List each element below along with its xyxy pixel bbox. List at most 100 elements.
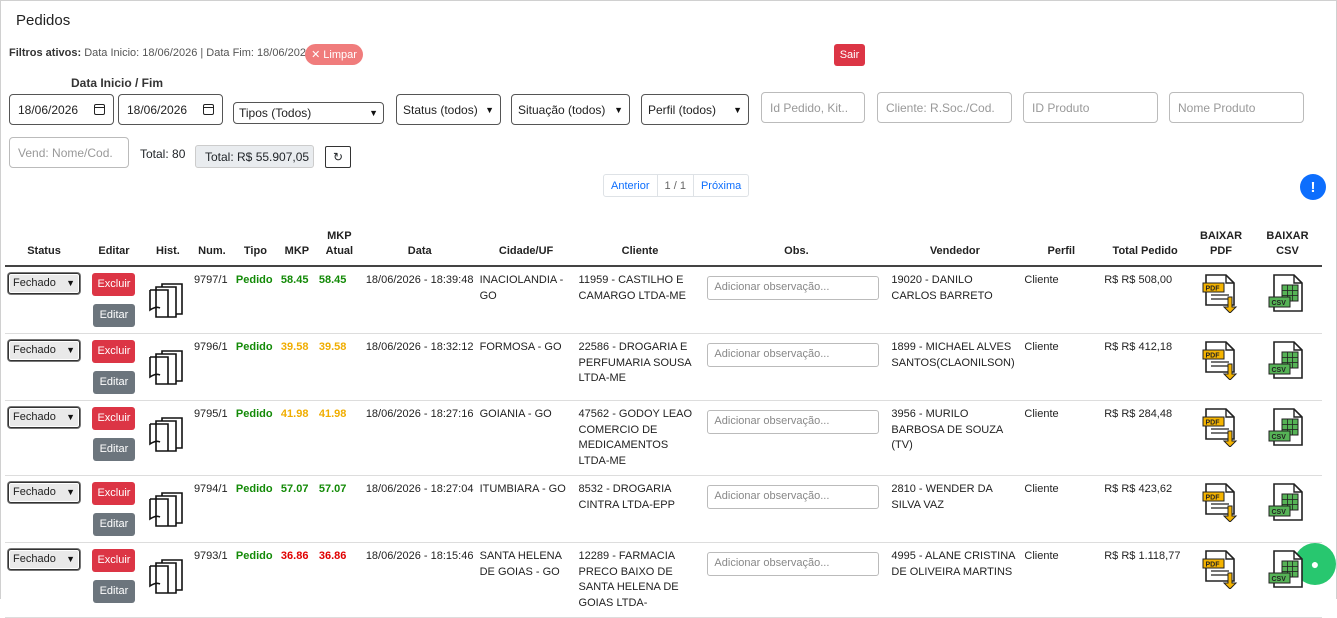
date-end-input[interactable]: 18/06/2026: [118, 94, 223, 125]
row-obs-input[interactable]: Adicionar observação...: [707, 485, 880, 509]
svg-text:CSV: CSV: [1272, 576, 1287, 583]
history-icon[interactable]: [148, 412, 188, 452]
pdf-download-icon[interactable]: PDF: [1192, 482, 1250, 522]
csv-download-icon[interactable]: CSV: [1256, 273, 1319, 313]
row-mkp: 58.45: [277, 266, 316, 334]
date-start-input[interactable]: 18/06/2026: [9, 94, 114, 125]
row-delete-button[interactable]: Excluir: [92, 273, 136, 296]
row-tipo: Pedido: [232, 333, 278, 401]
status-filter-value: Status (todos): [403, 102, 478, 117]
id-pedido-input[interactable]: Id Pedido, Kit..: [761, 92, 865, 123]
svg-text:PDF: PDF: [1206, 562, 1221, 569]
csv-download-icon[interactable]: CSV: [1256, 407, 1319, 447]
total-count: Total: 80: [140, 147, 186, 161]
row-cliente: 11959 - CASTILHO E CAMARGO LTDA-ME: [575, 266, 705, 334]
situacao-value: Situação (todos): [518, 102, 606, 117]
row-cidade: ITUMBIARA - GO: [476, 475, 576, 543]
row-cidade: INACIOLANDIA - GO: [476, 266, 576, 334]
filters-label: Filtros ativos:: [9, 47, 82, 59]
tipos-select[interactable]: Tipos (Todos) ▼: [233, 102, 384, 124]
csv-download-icon[interactable]: CSV: [1256, 340, 1319, 380]
pdf-download-icon[interactable]: PDF: [1192, 549, 1250, 589]
row-edit-button[interactable]: Editar: [92, 580, 135, 603]
row-cidade: FORMOSA - GO: [476, 333, 576, 401]
svg-text:CSV: CSV: [1272, 367, 1287, 374]
svg-text:CSV: CSV: [1272, 300, 1287, 307]
row-delete-button[interactable]: Excluir: [92, 340, 136, 363]
csv-download-icon[interactable]: CSV: [1256, 482, 1319, 522]
id-produto-input[interactable]: ID Produto: [1023, 92, 1158, 123]
row-tipo: Pedido: [232, 475, 278, 543]
row-num: 9794/1: [190, 475, 233, 543]
alert-icon[interactable]: !: [1300, 174, 1326, 200]
svg-text:PDF: PDF: [1206, 286, 1221, 293]
row-tipo: Pedido: [232, 400, 278, 476]
calendar-icon[interactable]: [203, 104, 214, 115]
calendar-icon[interactable]: [94, 104, 105, 115]
row-status-value: Fechado: [13, 485, 56, 498]
row-delete-button[interactable]: Excluir: [92, 482, 136, 505]
row-obs-input[interactable]: Adicionar observação...: [707, 343, 880, 367]
row-edit-button[interactable]: Editar: [92, 513, 135, 536]
row-edit-button[interactable]: Editar: [92, 438, 135, 461]
col-csv-line2: CSV: [1276, 245, 1299, 257]
total-value: Total: R$ 55.907,05: [195, 145, 314, 168]
history-icon[interactable]: [148, 487, 188, 527]
clear-filters-button[interactable]: ✕ Limpar: [305, 44, 363, 65]
history-icon[interactable]: [148, 554, 188, 594]
refresh-icon: ↻: [332, 150, 344, 164]
row-status-select[interactable]: Fechado ▼: [8, 407, 80, 428]
chevron-down-icon: ▼: [66, 486, 75, 497]
nome-produto-input[interactable]: Nome Produto: [1169, 92, 1304, 123]
col-editar: Editar: [83, 229, 145, 267]
csv-download-icon[interactable]: CSV: [1256, 549, 1319, 589]
col-csv: BAIXAR CSV: [1252, 229, 1322, 267]
date-end-value: 18/06/2026: [127, 102, 188, 117]
row-cliente: 22586 - DROGARIA E PERFUMARIA SOUSA LTDA…: [575, 333, 705, 401]
logout-button[interactable]: Sair: [834, 44, 865, 66]
row-cidade: GOIANIA - GO: [476, 400, 576, 476]
row-status-select[interactable]: Fechado ▼: [8, 340, 80, 361]
pdf-download-icon[interactable]: PDF: [1192, 273, 1250, 313]
row-cliente: 12289 - FARMACIA PRECO BAIXO DE SANTA HE…: [575, 542, 705, 618]
row-total: R$ R$ 423,62: [1101, 475, 1190, 543]
situacao-select[interactable]: Situação (todos) ▼: [511, 94, 630, 125]
col-pdf: BAIXAR PDF: [1189, 229, 1253, 267]
row-edit-button[interactable]: Editar: [92, 304, 135, 327]
row-status-select[interactable]: Fechado ▼: [8, 482, 80, 503]
next-page-link[interactable]: Próxima: [694, 175, 748, 196]
row-perfil: Cliente: [1021, 475, 1102, 543]
row-obs-input[interactable]: Adicionar observação...: [707, 552, 880, 576]
row-status-select[interactable]: Fechado ▼: [8, 549, 80, 570]
row-mkp-atual: 57.07: [315, 475, 363, 543]
row-tipo: Pedido: [232, 266, 278, 334]
row-num: 9793/1: [190, 542, 233, 618]
pdf-download-icon[interactable]: PDF: [1192, 407, 1250, 447]
col-pdf-line1: BAIXAR: [1199, 230, 1243, 242]
chevron-down-icon: ▼: [66, 411, 75, 422]
pdf-download-icon[interactable]: PDF: [1192, 340, 1250, 380]
row-edit-button[interactable]: Editar: [92, 371, 135, 394]
status-filter-select[interactable]: Status (todos) ▼: [396, 94, 501, 125]
chevron-down-icon: ▼: [485, 104, 494, 115]
row-status-value: Fechado: [13, 410, 56, 423]
row-status-select[interactable]: Fechado ▼: [8, 273, 80, 294]
history-icon[interactable]: [148, 278, 188, 318]
row-obs-input[interactable]: Adicionar observação...: [707, 276, 880, 300]
perfil-select[interactable]: Perfil (todos) ▼: [641, 94, 749, 125]
row-delete-button[interactable]: Excluir: [92, 407, 136, 430]
row-status-value: Fechado: [13, 343, 56, 356]
history-icon[interactable]: [148, 345, 188, 385]
col-perfil: Perfil: [1021, 229, 1102, 267]
row-mkp: 41.98: [277, 400, 316, 476]
row-delete-button[interactable]: Excluir: [92, 549, 136, 572]
row-obs-input[interactable]: Adicionar observação...: [707, 410, 880, 434]
row-num: 9795/1: [190, 400, 233, 476]
chevron-down-icon: ▼: [614, 104, 623, 115]
col-mkp-atual-line1: MKP: [327, 230, 352, 242]
refresh-button[interactable]: ↻: [325, 146, 351, 168]
prev-page-link[interactable]: Anterior: [604, 175, 657, 196]
cliente-input[interactable]: Cliente: R.Soc./Cod.: [877, 92, 1012, 123]
vendedor-input[interactable]: Vend: Nome/Cod.: [9, 137, 129, 168]
orders-table: Status Editar Hist. Num. Tipo MKP MKP Atu…: [5, 229, 1322, 618]
